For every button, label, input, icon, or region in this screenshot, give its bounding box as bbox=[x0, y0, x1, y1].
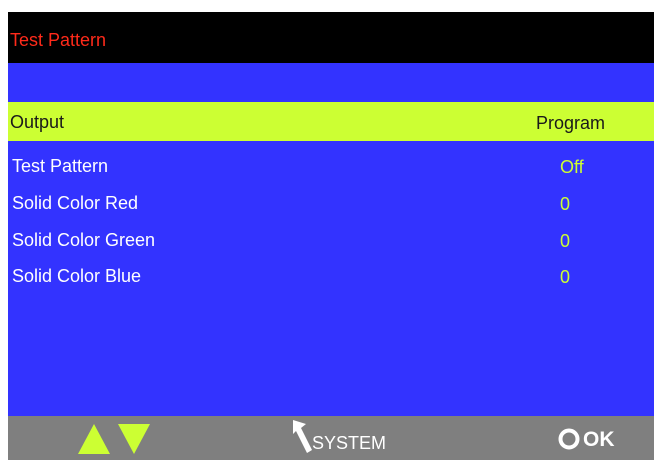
device-screen: Test Pattern Output Program Test Pattern… bbox=[8, 12, 654, 460]
menu-row-label: Solid Color Red bbox=[12, 193, 139, 213]
menu-row-value: 0 bbox=[560, 194, 571, 214]
triangle-down-icon[interactable] bbox=[118, 424, 150, 454]
menu-row-value: 0 bbox=[560, 267, 571, 287]
triangle-up-icon[interactable] bbox=[78, 424, 110, 454]
menu-row-value: 0 bbox=[560, 231, 571, 251]
ok-label: OK bbox=[583, 428, 615, 451]
menu-row-label: Test Pattern bbox=[12, 156, 109, 176]
page-title: Test Pattern bbox=[10, 30, 107, 50]
menu-row-test-pattern[interactable]: Test Pattern Off bbox=[8, 148, 654, 184]
system-label: SYSTEM bbox=[312, 433, 387, 453]
menu-row-label: Solid Color Blue bbox=[12, 266, 142, 286]
menu-row-label: Output bbox=[10, 112, 65, 132]
menu-row-solid-color-green[interactable]: Solid Color Green 0 bbox=[8, 222, 654, 258]
ok-ring-icon bbox=[558, 428, 580, 450]
menu-row-value: Program bbox=[536, 113, 606, 133]
menu-row-solid-color-blue[interactable]: Solid Color Blue 0 bbox=[8, 258, 654, 294]
menu-row-solid-color-red[interactable]: Solid Color Red 0 bbox=[8, 185, 654, 221]
menu-row-label: Solid Color Green bbox=[12, 230, 156, 250]
menu-row-output[interactable]: Output Program bbox=[8, 102, 654, 141]
menu-row-value: Off bbox=[560, 157, 584, 177]
title-bar: Test Pattern bbox=[8, 12, 654, 63]
bottom-nav-bar: SYSTEM OK bbox=[8, 416, 654, 460]
